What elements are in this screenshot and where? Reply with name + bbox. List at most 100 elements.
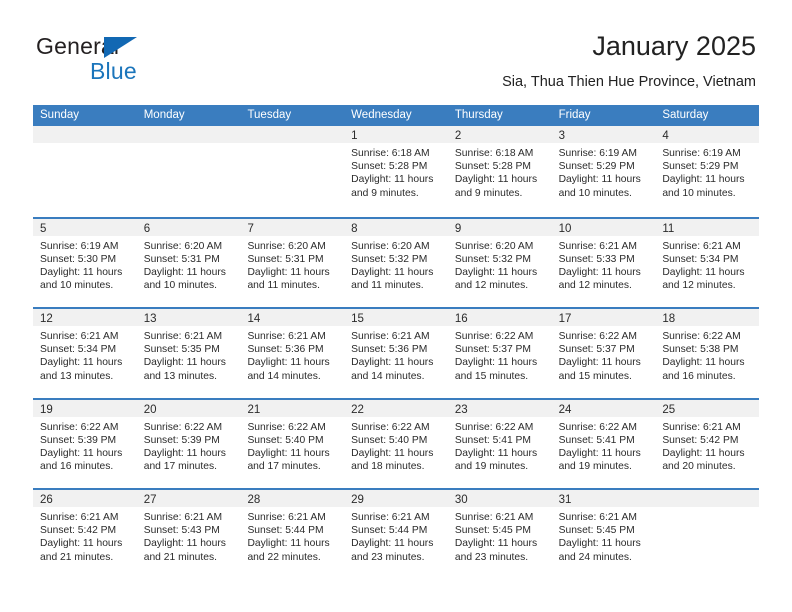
day-info: Sunrise: 6:21 AM Sunset: 5:36 PM Daylight:… (240, 326, 344, 383)
day-info: Sunrise: 6:22 AM Sunset: 5:40 PM Daylight:… (344, 417, 448, 474)
daylight-text-line1: Daylight: 11 hours (558, 538, 641, 550)
daylight-text-line1: Daylight: 11 hours (40, 266, 123, 278)
day-cell[interactable]: 21 Sunrise: 6:22 AM Sunset: 5:40 PM Dayligh… (240, 399, 345, 488)
day-number: 5 (40, 222, 47, 235)
day-info: Sunrise: 6:20 AM Sunset: 5:31 PM Daylight:… (240, 236, 344, 293)
sunrise-text: Sunrise: 6:18 AM (351, 148, 430, 159)
day-number-band: 5 (33, 218, 137, 236)
day-cell[interactable]: 1 Sunrise: 6:18 AM Sunset: 5:28 PM Daylight… (344, 126, 448, 217)
daylight-text-line2: and 12 minutes. (558, 280, 632, 292)
daylight-text-line1: Daylight: 11 hours (247, 357, 330, 369)
sunset-text: Sunset: 5:38 PM (662, 344, 739, 356)
day-info: Sunrise: 6:22 AM Sunset: 5:39 PM Daylight:… (33, 417, 137, 474)
day-number-band: 24 (551, 399, 656, 417)
daylight-text-line2: and 16 minutes. (40, 461, 114, 473)
day-number: 13 (143, 313, 157, 325)
day-cell[interactable]: 13 Sunrise: 6:21 AM Sunset: 5:35 PM Dayligh… (136, 309, 241, 398)
sunset-text: Sunset: 5:40 PM (247, 434, 324, 446)
day-info: Sunrise: 6:18 AM Sunset: 5:28 PM Daylight:… (344, 143, 448, 200)
day-cell[interactable]: 16 Sunrise: 6:22 AM Sunset: 5:37 PM Dayligh… (447, 309, 552, 398)
day-cell[interactable]: 5 Sunrise: 6:19 AM Sunset: 5:30 PM Daylight… (33, 218, 137, 307)
daylight-text-line1: Daylight: 11 hours (40, 357, 123, 369)
day-info: Sunrise: 6:21 AM Sunset: 5:42 PM Daylight:… (655, 417, 759, 474)
day-cell[interactable]: 15 Sunrise: 6:21 AM Sunset: 5:36 PM Dayligh… (344, 309, 448, 398)
daylight-text-line1: Daylight: 11 hours (454, 538, 538, 550)
daylight-text-line2: and 17 minutes. (247, 461, 321, 473)
day-info: Sunrise: 6:19 AM Sunset: 5:29 PM Daylight:… (655, 143, 759, 200)
day-number: 8 (351, 222, 358, 235)
sunset-text: Sunset: 5:29 PM (662, 161, 739, 173)
sunrise-text: Sunrise: 6:22 AM (40, 421, 119, 433)
day-number-band: 9 (447, 218, 552, 236)
calendar-page: General Blue January 2025 Sia, Thua Thie… (0, 0, 792, 612)
daylight-text-line1: Daylight: 11 hours (662, 174, 745, 186)
day-cell-empty (655, 490, 760, 579)
daylight-text-line2: and 20 minutes. (662, 461, 736, 473)
day-number: 18 (662, 313, 676, 325)
day-number-band: 31 (551, 490, 656, 507)
day-cell[interactable]: 19 Sunrise: 6:22 AM Sunset: 5:39 PM Dayligh… (33, 399, 137, 488)
day-cell[interactable]: 27 Sunrise: 6:21 AM Sunset: 5:43 PM Dayligh… (136, 490, 241, 579)
day-cell[interactable]: 31 Sunrise: 6:21 AM Sunset: 5:45 PM Dayligh… (551, 490, 656, 579)
day-number-band: 1 (344, 126, 448, 143)
day-cell[interactable]: 18 Sunrise: 6:22 AM Sunset: 5:38 PM Dayligh… (655, 309, 760, 398)
day-cell[interactable]: 6 Sunrise: 6:20 AM Sunset: 5:31 PM Daylight… (136, 218, 241, 307)
day-info: Sunrise: 6:21 AM Sunset: 5:34 PM Daylight:… (33, 326, 137, 383)
day-cell-empty (33, 126, 137, 217)
day-cell[interactable]: 30 Sunrise: 6:21 AM Sunset: 5:45 PM Dayligh… (447, 490, 552, 579)
day-cell[interactable]: 20 Sunrise: 6:22 AM Sunset: 5:39 PM Dayligh… (136, 399, 241, 488)
day-number: 23 (454, 403, 468, 416)
sunrise-text: Sunrise: 6:22 AM (662, 331, 741, 342)
day-cell[interactable]: 4 Sunrise: 6:19 AM Sunset: 5:29 PM Daylight… (655, 126, 760, 217)
day-cell[interactable]: 28 Sunrise: 6:21 AM Sunset: 5:44 PM Dayligh… (240, 490, 345, 579)
day-cell[interactable]: 22 Sunrise: 6:22 AM Sunset: 5:40 PM Dayligh… (344, 399, 448, 488)
day-cell[interactable]: 2 Sunrise: 6:18 AM Sunset: 5:28 PM Daylight… (447, 126, 552, 217)
daylight-text-line1: Daylight: 11 hours (351, 357, 434, 369)
day-cell-empty (240, 126, 345, 217)
daylight-text-line2: and 14 minutes. (351, 370, 425, 382)
day-number: 15 (351, 313, 364, 325)
sunset-text: Sunset: 5:39 PM (143, 434, 220, 446)
daylight-text-line1: Daylight: 11 hours (143, 447, 226, 459)
day-cell[interactable]: 3 Sunrise: 6:19 AM Sunset: 5:29 PM Daylight… (551, 126, 656, 217)
weekday-header-monday: Monday (143, 109, 185, 121)
sunrise-text: Sunrise: 6:19 AM (40, 240, 119, 252)
day-number: 1 (351, 130, 358, 142)
day-cell[interactable]: 14 Sunrise: 6:21 AM Sunset: 5:36 PM Dayligh… (240, 309, 345, 398)
daylight-text-line1: Daylight: 11 hours (662, 357, 745, 369)
daylight-text-line2: and 10 minutes. (558, 187, 632, 199)
daylight-text-line1: Daylight: 11 hours (558, 447, 641, 459)
sunrise-text: Sunrise: 6:21 AM (247, 512, 326, 523)
daylight-text-line2: and 10 minutes. (662, 187, 736, 199)
day-cell[interactable]: 8 Sunrise: 6:20 AM Sunset: 5:32 PM Daylight… (344, 218, 448, 307)
daylight-text-line1: Daylight: 11 hours (351, 266, 434, 278)
day-cell[interactable]: 17 Sunrise: 6:22 AM Sunset: 5:37 PM Dayligh… (551, 309, 656, 398)
day-number-band: 30 (447, 490, 552, 507)
day-cell[interactable]: 7 Sunrise: 6:20 AM Sunset: 5:31 PM Daylight… (240, 218, 345, 307)
day-cell[interactable]: 12 Sunrise: 6:21 AM Sunset: 5:34 PM Dayligh… (33, 309, 137, 398)
day-cell[interactable]: 24 Sunrise: 6:22 AM Sunset: 5:41 PM Dayligh… (551, 399, 656, 488)
daylight-text-line2: and 15 minutes. (558, 370, 632, 382)
brand-name-bottom: Blue (90, 58, 137, 84)
sunset-text: Sunset: 5:42 PM (662, 434, 739, 446)
sunrise-text: Sunrise: 6:20 AM (351, 240, 430, 252)
daylight-text-line2: and 18 minutes. (351, 461, 425, 473)
day-number: 16 (454, 313, 468, 325)
day-cell[interactable]: 26 Sunrise: 6:21 AM Sunset: 5:42 PM Dayligh… (33, 490, 137, 579)
day-number-band: 2 (447, 126, 552, 143)
day-cell[interactable]: 23 Sunrise: 6:22 AM Sunset: 5:41 PM Dayligh… (447, 399, 552, 488)
day-number: 30 (454, 494, 468, 506)
daylight-text-line1: Daylight: 11 hours (454, 447, 538, 459)
day-number: 2 (454, 130, 462, 142)
sunset-text: Sunset: 5:44 PM (247, 525, 324, 537)
day-number-band (33, 126, 137, 143)
day-cell[interactable]: 11 Sunrise: 6:21 AM Sunset: 5:34 PM Dayligh… (655, 218, 760, 307)
day-cell[interactable]: 29 Sunrise: 6:21 AM Sunset: 5:44 PM Dayligh… (344, 490, 448, 579)
day-cell[interactable]: 10 Sunrise: 6:21 AM Sunset: 5:33 PM Dayligh… (551, 218, 656, 307)
day-number-band: 8 (344, 218, 448, 236)
day-number: 31 (558, 494, 572, 506)
day-cell[interactable]: 9 Sunrise: 6:20 AM Sunset: 5:32 PM Daylight… (447, 218, 552, 307)
day-cell[interactable]: 25 Sunrise: 6:21 AM Sunset: 5:42 PM Dayligh… (655, 399, 760, 488)
weekday-header-tuesday: Tuesday (247, 109, 292, 121)
brand-logo[interactable]: General Blue (36, 33, 236, 87)
